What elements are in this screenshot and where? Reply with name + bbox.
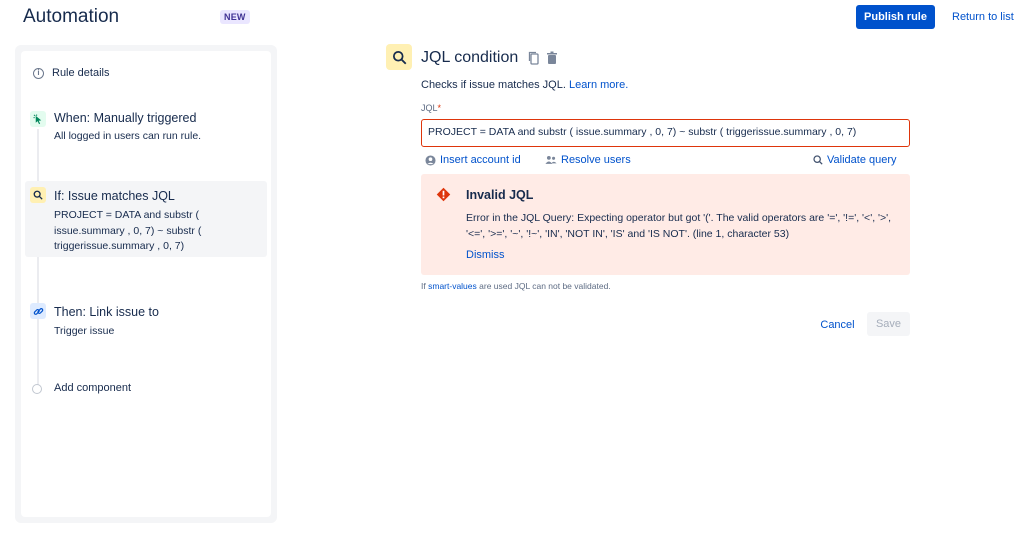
insert-account-id-button[interactable]: Insert account id xyxy=(425,154,521,166)
return-to-list-button[interactable]: Return to list xyxy=(944,5,1022,29)
condition-description-text: Checks if issue matches JQL. xyxy=(421,79,566,91)
cursor-click-icon xyxy=(30,111,46,127)
error-banner: Invalid JQL Error in the JQL Query: Expe… xyxy=(421,174,910,275)
add-component-dot-icon xyxy=(32,384,42,394)
add-component-label: Add component xyxy=(54,382,132,394)
rule-component-list: i Rule details When: Manually triggered … xyxy=(21,51,271,517)
resolve-users-button[interactable]: Resolve users xyxy=(545,154,631,166)
smart-values-link[interactable]: smart-values xyxy=(428,281,477,291)
info-icon: i xyxy=(33,67,44,79)
insert-account-id-label: Insert account id xyxy=(440,154,521,166)
condition-description: Checks if issue matches JQL. Learn more. xyxy=(421,79,628,91)
publish-rule-button[interactable]: Publish rule xyxy=(856,5,935,29)
jql-label-text: JQL xyxy=(421,103,438,113)
learn-more-link[interactable]: Learn more. xyxy=(569,79,628,91)
users-icon xyxy=(545,155,557,164)
search-icon xyxy=(30,187,46,203)
error-title: Invalid JQL xyxy=(466,188,534,202)
new-badge: NEW xyxy=(220,10,250,24)
smart-values-hint: If smart-values are used JQL can not be … xyxy=(421,281,611,291)
link-icon xyxy=(30,303,46,319)
step-description: PROJECT = DATA and substr ( issue.summar… xyxy=(54,209,202,252)
validate-query-button[interactable]: Validate query xyxy=(813,154,897,166)
page-title: Automation xyxy=(23,6,120,27)
resolve-users-label: Resolve users xyxy=(561,154,631,166)
copy-icon[interactable] xyxy=(528,51,540,70)
step-title: Then: Link issue to xyxy=(54,305,159,319)
search-icon xyxy=(386,44,412,70)
jql-field-label: JQL* xyxy=(421,103,441,113)
timeline-line xyxy=(37,129,39,385)
save-button[interactable]: Save xyxy=(867,312,910,336)
rule-sidebar: i Rule details When: Manually triggered … xyxy=(15,45,277,523)
step-description: Trigger issue xyxy=(54,325,115,337)
sidebar-step-condition[interactable]: If: Issue matches JQL PROJECT = DATA and… xyxy=(25,181,267,257)
error-icon xyxy=(436,187,451,207)
user-icon xyxy=(425,154,436,166)
step-description: All logged in users can run rule. xyxy=(54,130,202,142)
hint-prefix: If xyxy=(421,281,426,291)
dismiss-link[interactable]: Dismiss xyxy=(466,249,505,261)
validate-query-label: Validate query xyxy=(827,154,897,166)
sidebar-step-action[interactable]: Then: Link issue to Trigger issue xyxy=(25,299,267,345)
search-icon xyxy=(813,155,823,165)
jql-input[interactable]: PROJECT = DATA and substr ( issue.summar… xyxy=(421,119,910,147)
step-title: If: Issue matches JQL xyxy=(54,189,175,203)
cancel-button[interactable]: Cancel xyxy=(815,313,860,337)
sidebar-step-trigger[interactable]: When: Manually triggered All logged in u… xyxy=(25,107,267,157)
rule-details-item[interactable]: i Rule details xyxy=(33,67,109,79)
required-mark: * xyxy=(437,103,442,113)
trash-icon[interactable] xyxy=(546,51,558,70)
condition-title: JQL condition xyxy=(421,49,519,66)
rule-details-label: Rule details xyxy=(52,67,110,79)
add-component-item[interactable]: Add component xyxy=(25,379,267,401)
hint-suffix: are used JQL can not be validated. xyxy=(479,281,611,291)
error-message: Error in the JQL Query: Expecting operat… xyxy=(466,212,892,240)
step-title: When: Manually triggered xyxy=(54,111,197,125)
